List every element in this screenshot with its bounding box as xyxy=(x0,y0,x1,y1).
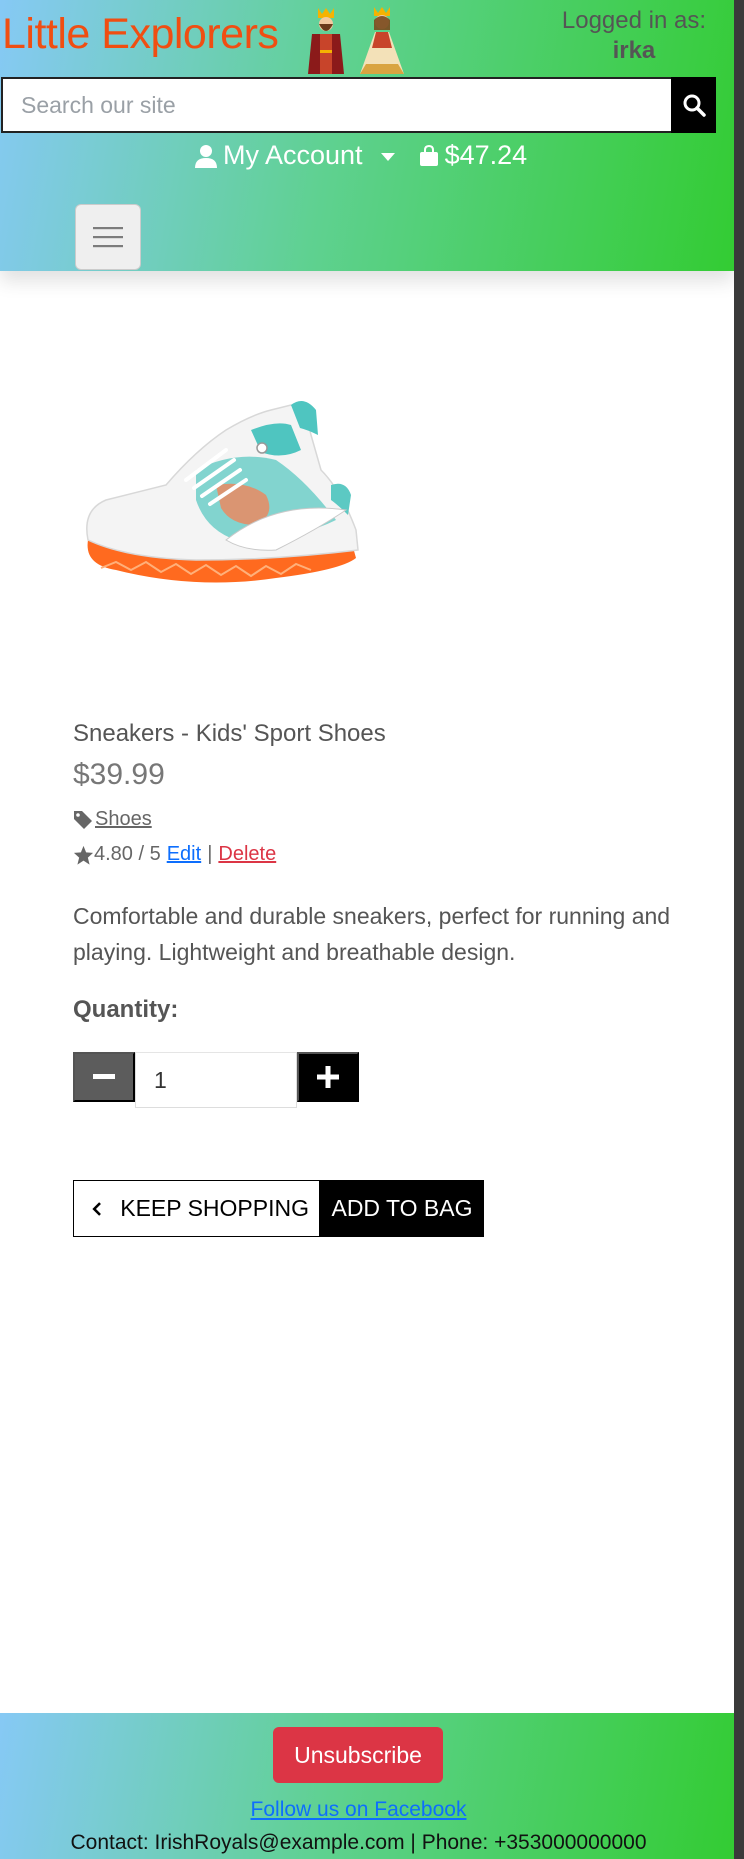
product-name: Sneakers - Kids' Sport Shoes xyxy=(73,720,386,747)
tag-icon xyxy=(74,810,92,829)
page-scrollbar[interactable] xyxy=(734,0,744,1859)
plus-icon xyxy=(317,1066,339,1088)
quantity-input[interactable] xyxy=(135,1052,297,1108)
unsubscribe-button[interactable]: Unsubscribe xyxy=(273,1727,443,1783)
header-nav: My Account $47.24 xyxy=(195,140,527,171)
keep-shopping-label: KEEP SHOPPING xyxy=(120,1195,309,1221)
shopping-bag-icon xyxy=(419,144,438,166)
login-username: irka xyxy=(612,37,656,64)
add-to-bag-button[interactable]: ADD TO BAG xyxy=(320,1180,484,1237)
product-price: $39.99 xyxy=(73,758,165,791)
search-form xyxy=(1,77,716,133)
brand-logo-link[interactable]: Little Explorers xyxy=(2,10,279,59)
login-status: Logged in as: irka xyxy=(562,6,706,66)
product-actions: KEEP SHOPPING ADD TO BAG xyxy=(73,1180,484,1237)
quantity-stepper xyxy=(73,1052,359,1108)
user-icon xyxy=(195,144,217,168)
product-description: Comfortable and durable sneakers, perfec… xyxy=(73,903,671,965)
search-button[interactable] xyxy=(671,77,716,133)
my-account-dropdown[interactable]: My Account xyxy=(195,140,395,171)
link-separator: | xyxy=(207,843,213,865)
product-image[interactable] xyxy=(76,390,374,620)
login-label: Logged in as: xyxy=(561,7,706,34)
edit-product-link[interactable]: Edit xyxy=(167,843,201,866)
minus-icon xyxy=(93,1074,115,1079)
menu-toggle-button[interactable] xyxy=(75,204,141,270)
search-icon xyxy=(683,94,706,117)
rating-value: 4.80 / 5 xyxy=(94,843,161,865)
bag-total: $47.24 xyxy=(444,140,528,170)
chevron-left-icon xyxy=(92,1201,101,1216)
star-icon xyxy=(73,845,94,865)
product-rating: 4.80 / 5 Edit | Delete xyxy=(73,843,276,866)
delete-product-link[interactable]: Delete xyxy=(218,843,276,866)
search-input[interactable] xyxy=(1,77,671,133)
shopping-bag-link[interactable]: $47.24 xyxy=(419,140,528,171)
decrement-quantity-button[interactable] xyxy=(73,1052,135,1102)
site-header: Little Explorers Logged in as: irka Sear… xyxy=(0,0,734,271)
page: Little Explorers Logged in as: irka Sear… xyxy=(0,0,734,1859)
my-account-label: My Account xyxy=(223,140,363,170)
keep-shopping-button[interactable]: KEEP SHOPPING xyxy=(73,1180,320,1237)
quantity-label: Quantity: xyxy=(73,996,179,1023)
facebook-link[interactable]: Follow us on Facebook xyxy=(0,1798,717,1822)
chevron-down-icon xyxy=(380,152,395,161)
site-footer: Unsubscribe Follow us on Facebook Contac… xyxy=(0,1713,734,1859)
product-category: Shoes xyxy=(73,808,152,831)
contact-info: Contact: IrishRoyals@example.com | Phone… xyxy=(70,1831,647,1854)
hamburger-menu-icon xyxy=(93,227,123,248)
royal-couple-logo-icon xyxy=(308,7,404,74)
category-link-shoes[interactable]: Shoes xyxy=(95,808,152,831)
increment-quantity-button[interactable] xyxy=(297,1052,359,1102)
